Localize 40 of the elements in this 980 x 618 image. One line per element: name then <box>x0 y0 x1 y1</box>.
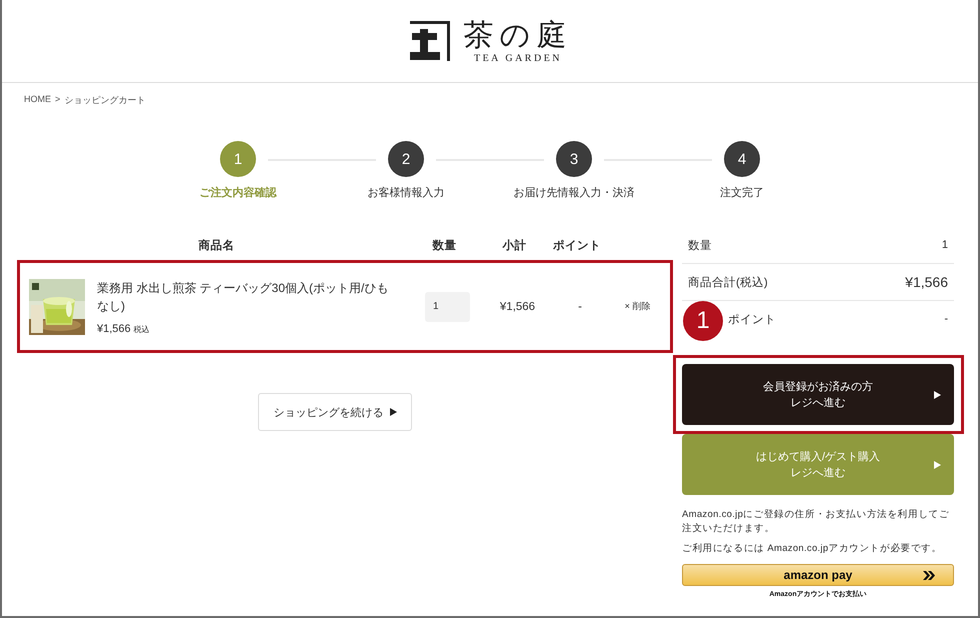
annotation-badge: 1 <box>683 301 723 341</box>
summary-label: 数量 <box>688 238 712 252</box>
step-number: 2 <box>388 141 424 177</box>
step-number: 1 <box>220 141 256 177</box>
step-number: 3 <box>556 141 592 177</box>
product-name[interactable]: 業務用 水出し煎茶 ティーバッグ30個入(ポット用/ひもなし) <box>97 278 397 314</box>
product-price: ¥1,566 <box>97 322 131 334</box>
step-label: 注文完了 <box>720 186 764 200</box>
breadcrumb-link[interactable]: HOME <box>24 94 51 114</box>
points: - <box>577 300 583 312</box>
column-header: 数量 <box>431 238 458 252</box>
logo-name: 茶の庭 <box>464 18 572 52</box>
play-arrow-icon <box>934 391 941 399</box>
step-label: お届け先情報入力・決済 <box>514 186 634 200</box>
step-number: 4 <box>724 141 760 177</box>
column-header: 商品名 <box>198 238 236 252</box>
continue-shopping-button[interactable]: ショッピングを続ける <box>258 393 412 431</box>
summary-value: - <box>944 313 948 325</box>
summary-label: ポイント <box>728 312 776 326</box>
column-header: ポイント <box>552 238 602 252</box>
column-header: 小計 <box>501 238 528 252</box>
summary-value: 1 <box>942 239 948 251</box>
play-arrow-icon <box>934 461 941 469</box>
breadcrumb-current: ショッピングカート <box>64 94 146 107</box>
tax-note: 税込 <box>134 324 150 334</box>
subtotal: ¥1,566 <box>498 300 536 312</box>
quantity-field[interactable]: 1 <box>425 292 470 322</box>
logo-subtitle: TEA GARDEN <box>474 52 562 64</box>
double-chevron-icon <box>923 571 935 580</box>
info-text: ご利用になるには Amazon.co.jpアカウントが必要です。 <box>682 542 943 556</box>
step-label: お客様情報入力 <box>368 186 444 200</box>
summary-label: 商品合計(税込) <box>688 275 768 290</box>
info-text: Amazon.co.jpにご登録の住所・お支払い方法を利用してご注文いただけます。 <box>682 508 950 536</box>
amazon-pay-button[interactable]: amazon pay <box>682 564 954 586</box>
checkout-button[interactable]: 会員登録がお済みの方 レジへ進む <box>682 364 954 425</box>
remove-link[interactable]: × 削除 <box>610 300 665 313</box>
breadcrumb-separator: > <box>55 94 60 106</box>
play-arrow-icon <box>390 408 396 416</box>
summary-value: ¥1,566 <box>905 274 948 290</box>
step-label: ご注文内容確認 <box>200 186 276 200</box>
